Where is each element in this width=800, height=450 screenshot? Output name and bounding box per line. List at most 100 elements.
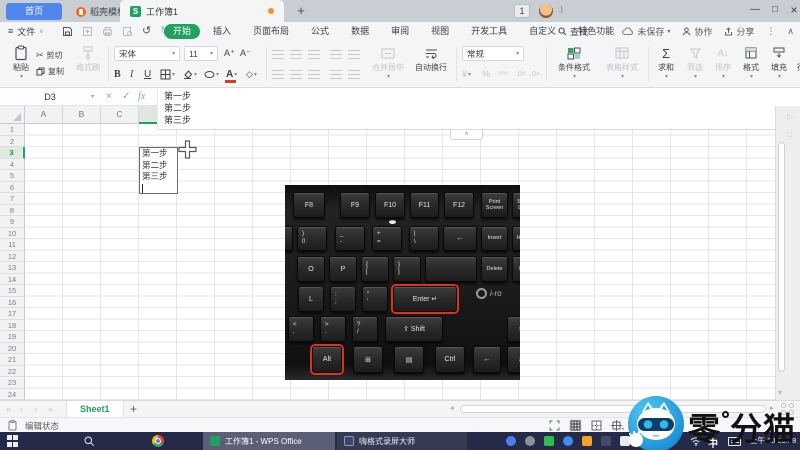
collaborate-button[interactable]: 协作 <box>682 25 712 38</box>
row-header-17[interactable]: 17 <box>0 308 25 320</box>
currency-format-icon[interactable]: ¥ <box>462 66 471 82</box>
ribbon-tab-4[interactable]: 数据 <box>342 24 378 39</box>
insert-function-icon[interactable]: fx <box>138 88 145 106</box>
copy-button[interactable]: 复制 <box>36 63 64 79</box>
decrease-indent-icon[interactable] <box>330 50 342 59</box>
name-box[interactable]: D3▾ <box>0 88 100 106</box>
fullscreen-view-icon[interactable] <box>548 419 561 432</box>
number-format-select[interactable]: 常规▾ <box>462 46 524 61</box>
row-header-12[interactable]: 12 <box>0 251 25 263</box>
fill-color-button[interactable] <box>182 66 197 82</box>
security-icon[interactable] <box>582 436 592 446</box>
row-header-13[interactable]: 13 <box>0 262 25 274</box>
formula-bar-content[interactable]: 第一步第二步第三步 <box>157 88 775 130</box>
distribute-icon[interactable] <box>348 70 360 79</box>
start-button[interactable] <box>7 435 19 447</box>
align-middle-icon[interactable] <box>290 50 302 59</box>
sheet-tab-sheet1[interactable]: Sheet1 <box>66 401 124 417</box>
select-all-corner[interactable] <box>0 106 25 124</box>
increase-decimal-icon[interactable]: .0˂ <box>516 66 526 82</box>
unsaved-status[interactable]: 未保存▾ <box>622 25 670 38</box>
keyboard-image[interactable]: i-ro F8F9F10F11F12Print ScreenScroll Loc… <box>285 185 520 380</box>
cell-style-button[interactable] <box>204 66 219 82</box>
normal-view-icon[interactable] <box>569 419 582 432</box>
decrease-decimal-icon[interactable]: .0˃ <box>530 66 540 82</box>
find-button[interactable]: 查找 <box>558 22 588 40</box>
row-header-18[interactable]: 18 <box>0 320 25 332</box>
align-right-icon[interactable] <box>308 70 320 79</box>
taskbar-search-icon[interactable] <box>84 436 95 447</box>
wrap-text-button[interactable]: 自动换行 <box>412 44 450 73</box>
increase-font-icon[interactable]: A⁺ <box>224 45 235 61</box>
column-header-C[interactable]: C <box>101 106 139 124</box>
row-header-19[interactable]: 19 <box>0 331 25 343</box>
last-sheet-icon[interactable]: » <box>48 401 53 418</box>
tab-workbook1[interactable]: S 工作簿1 <box>120 0 284 22</box>
cancel-entry-icon[interactable]: × <box>106 88 112 106</box>
rows-cols-button[interactable]: 行和列 <box>794 44 800 80</box>
sort-button[interactable]: A↓ 排序 <box>710 44 736 80</box>
add-sheet-button[interactable]: + <box>130 401 137 417</box>
export-icon[interactable] <box>82 26 93 37</box>
row-header-9[interactable]: 9 <box>0 216 25 228</box>
minimize-button[interactable]: — <box>746 0 764 22</box>
taskbar-window-wps[interactable]: 工作簿1 - WPS Office <box>203 432 335 450</box>
first-sheet-icon[interactable]: « <box>6 401 11 418</box>
page-layout-view-icon[interactable] <box>590 419 603 432</box>
bold-button[interactable]: B <box>114 66 121 82</box>
merge-center-button[interactable]: 合并居中 <box>368 44 408 80</box>
active-cell-editor[interactable]: 第一步第二步第三步 <box>139 147 178 194</box>
browser-icon[interactable] <box>563 436 573 446</box>
column-header-B[interactable]: B <box>63 106 101 124</box>
recorder-icon[interactable] <box>601 436 611 446</box>
ribbon-tab-1[interactable]: 插入 <box>204 24 240 39</box>
side-cursor-icon[interactable]: ▷ <box>787 112 793 121</box>
side-pane-icon[interactable]: □ <box>787 130 792 139</box>
vertical-scrollbar[interactable] <box>778 142 785 372</box>
increase-indent-icon[interactable] <box>348 50 360 59</box>
filter-button[interactable]: 筛选 <box>682 44 708 80</box>
hscroll-left-icon[interactable]: ◂ <box>450 404 454 412</box>
confirm-entry-icon[interactable]: ✓ <box>122 88 130 106</box>
more-menu-icon[interactable]: ⋮ <box>766 26 775 37</box>
row-header-3[interactable]: 3 <box>0 147 25 159</box>
fill-button[interactable]: 填充 <box>766 44 792 80</box>
conditional-format-button[interactable]: 条件格式 <box>552 44 596 80</box>
prev-sheet-icon[interactable]: ‹ <box>20 401 23 418</box>
justify-icon[interactable] <box>330 70 342 79</box>
chrome-icon[interactable] <box>152 435 164 447</box>
row-header-21[interactable]: 21 <box>0 354 25 366</box>
wechat-icon[interactable] <box>544 436 554 446</box>
new-document-tab-button[interactable]: + <box>292 2 310 20</box>
ribbon-tab-3[interactable]: 公式 <box>302 24 338 39</box>
row-header-10[interactable]: 10 <box>0 228 25 240</box>
taskbar-window-recorder[interactable]: 嗨格式录屏大师 <box>337 432 467 450</box>
table-style-button[interactable]: 表格样式 <box>600 44 644 80</box>
row-header-14[interactable]: 14 <box>0 274 25 286</box>
row-header-23[interactable]: 23 <box>0 377 25 389</box>
print-icon[interactable] <box>102 26 113 37</box>
row-header-5[interactable]: 5 <box>0 170 25 182</box>
row-header-11[interactable]: 11 <box>0 239 25 251</box>
underline-button[interactable]: U <box>144 66 151 82</box>
eye-care-icon[interactable] <box>525 436 535 446</box>
row-header-20[interactable]: 20 <box>0 343 25 355</box>
next-sheet-icon[interactable]: › <box>34 401 37 418</box>
tab-home[interactable]: 首页 <box>6 3 62 20</box>
italic-button[interactable]: I <box>130 66 133 82</box>
row-header-4[interactable]: 4 <box>0 159 25 171</box>
decrease-font-icon[interactable]: A⁻ <box>240 45 251 61</box>
row-header-7[interactable]: 7 <box>0 193 25 205</box>
format-button[interactable]: 格式 <box>738 44 764 80</box>
maximize-button[interactable]: □ <box>766 0 784 22</box>
close-button[interactable]: × <box>785 0 800 22</box>
row-header-15[interactable]: 15 <box>0 285 25 297</box>
paste-button[interactable]: 粘贴 <box>6 44 36 80</box>
file-menu[interactable]: ≡ 文件 ∨ <box>8 22 44 40</box>
ribbon-tab-7[interactable]: 开发工具 <box>462 24 516 39</box>
ribbon-tab-0[interactable]: 开始 <box>164 24 200 39</box>
sum-button[interactable]: Σ 求和 <box>652 44 680 80</box>
ribbon-tab-2[interactable]: 页面布局 <box>244 24 298 39</box>
collapse-ribbon-icon[interactable]: ∧ <box>787 26 794 37</box>
align-bottom-icon[interactable] <box>308 50 320 59</box>
